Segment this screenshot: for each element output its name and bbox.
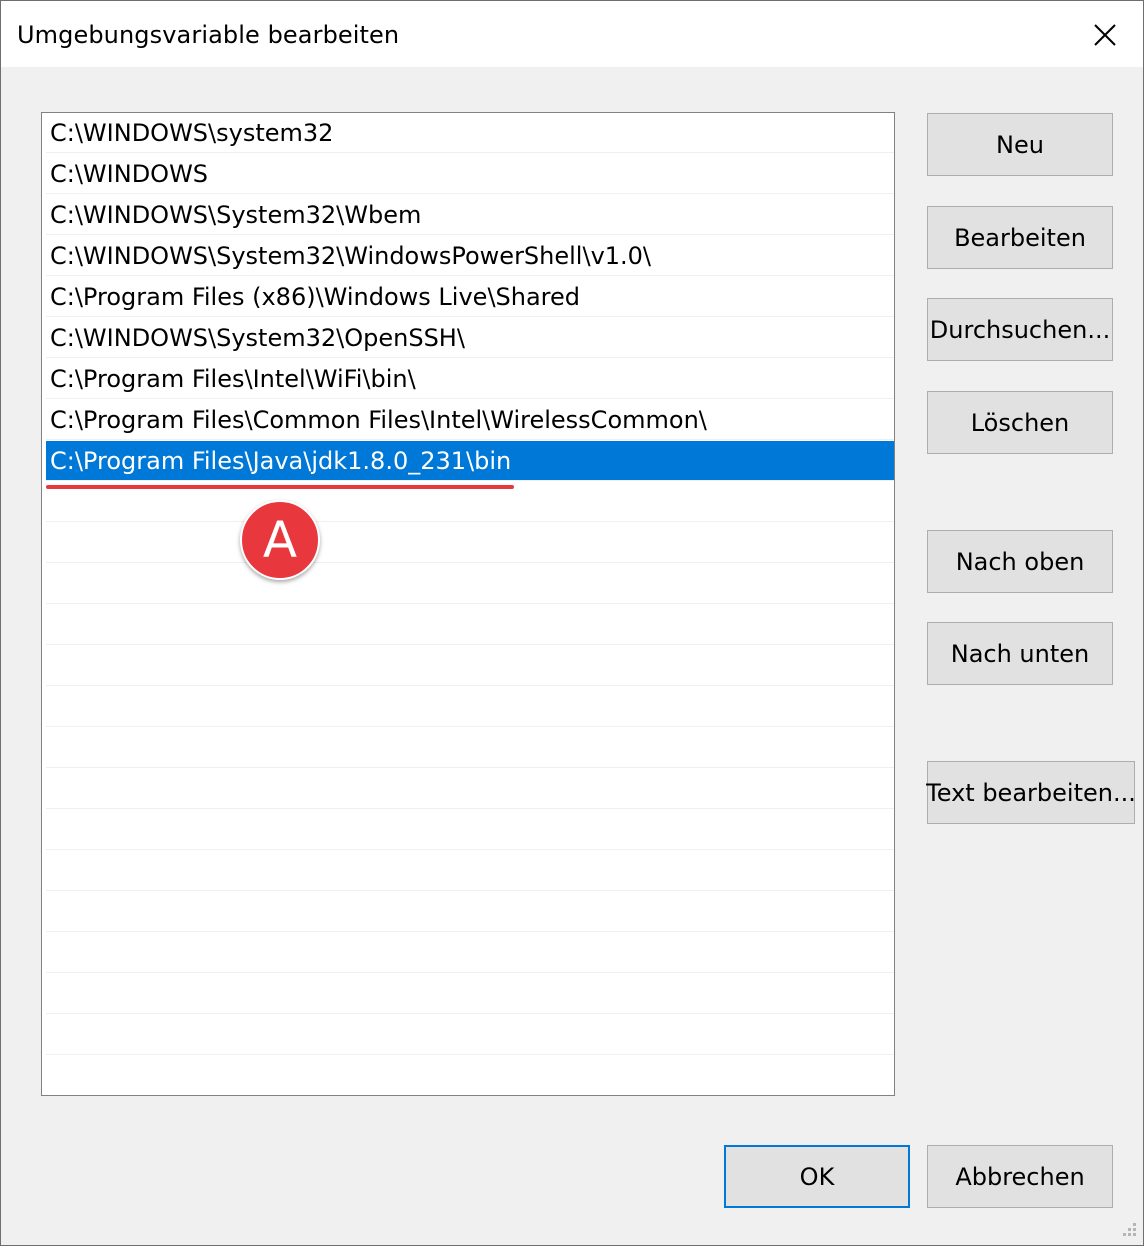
resize-grip-icon[interactable] [1119,1219,1139,1239]
path-list-empty-row[interactable] [46,892,894,932]
window-title: Umgebungsvariable bearbeiten [17,21,400,49]
move-down-button-label: Nach unten [950,639,1090,668]
path-list-item[interactable]: C:\WINDOWS\System32\OpenSSH\ [46,318,894,358]
path-list-empty-row[interactable] [46,933,894,973]
new-button-label: Neu [996,130,1044,159]
new-button[interactable]: Neu [927,113,1113,176]
browse-button[interactable]: Durchsuchen... [927,298,1113,361]
path-list-item[interactable]: C:\WINDOWS\System32\WindowsPowerShell\v1… [46,236,894,276]
browse-button-label: Durchsuchen... [929,315,1111,344]
path-list-empty-row[interactable] [46,1015,894,1055]
delete-button-label: Löschen [970,408,1070,437]
path-list-empty-row[interactable] [46,974,894,1014]
annotation-underline [46,485,514,489]
close-icon [1094,24,1116,46]
move-up-button[interactable]: Nach oben [927,530,1113,593]
path-list-empty-row[interactable] [46,810,894,850]
ok-button-label: OK [799,1162,835,1191]
delete-button[interactable]: Löschen [927,391,1113,454]
cancel-button[interactable]: Abbrechen [927,1145,1113,1208]
path-list-item[interactable]: C:\Program Files\Common Files\Intel\Wire… [46,400,894,440]
edit-button[interactable]: Bearbeiten [927,206,1113,269]
path-list-empty-row[interactable] [46,1056,894,1095]
path-list-empty-row[interactable] [46,605,894,645]
path-list-empty-row[interactable] [46,769,894,809]
path-list-item[interactable]: C:\Program Files (x86)\Windows Live\Shar… [46,277,894,317]
path-list[interactable]: C:\WINDOWS\system32 C:\WINDOWS C:\WINDOWS\… [41,112,895,1096]
path-list-empty-row[interactable] [46,523,894,563]
edit-button-label: Bearbeiten [954,223,1086,252]
ok-button[interactable]: OK [724,1145,910,1208]
annotation-badge: A [240,500,320,580]
cancel-button-label: Abbrechen [955,1162,1085,1191]
path-list-empty-row[interactable] [46,646,894,686]
edit-text-button[interactable]: Text bearbeiten... [926,761,1136,824]
path-list-empty-row[interactable] [46,728,894,768]
path-list-item[interactable]: C:\Program Files\Intel\WiFi\bin\ [46,359,894,399]
path-list-item[interactable]: C:\WINDOWS\system32 [46,113,894,153]
close-button[interactable] [1083,13,1127,57]
move-up-button-label: Nach oben [955,547,1085,576]
edit-environment-variable-dialog: Umgebungsvariable bearbeiten C:\WINDOWS\… [0,0,1144,1246]
path-list-empty-row[interactable] [46,564,894,604]
path-list-empty-row[interactable] [46,851,894,891]
title-bar: Umgebungsvariable bearbeiten [1,1,1143,67]
path-list-item[interactable]: C:\WINDOWS\System32\Wbem [46,195,894,235]
path-list-empty-row[interactable] [46,687,894,727]
edit-text-button-label: Text bearbeiten... [926,778,1136,807]
path-list-item[interactable]: C:\Program Files\Java\jdk1.8.0_231\bin [46,441,894,481]
move-down-button[interactable]: Nach unten [927,622,1113,685]
path-list-item[interactable]: C:\WINDOWS [46,154,894,194]
